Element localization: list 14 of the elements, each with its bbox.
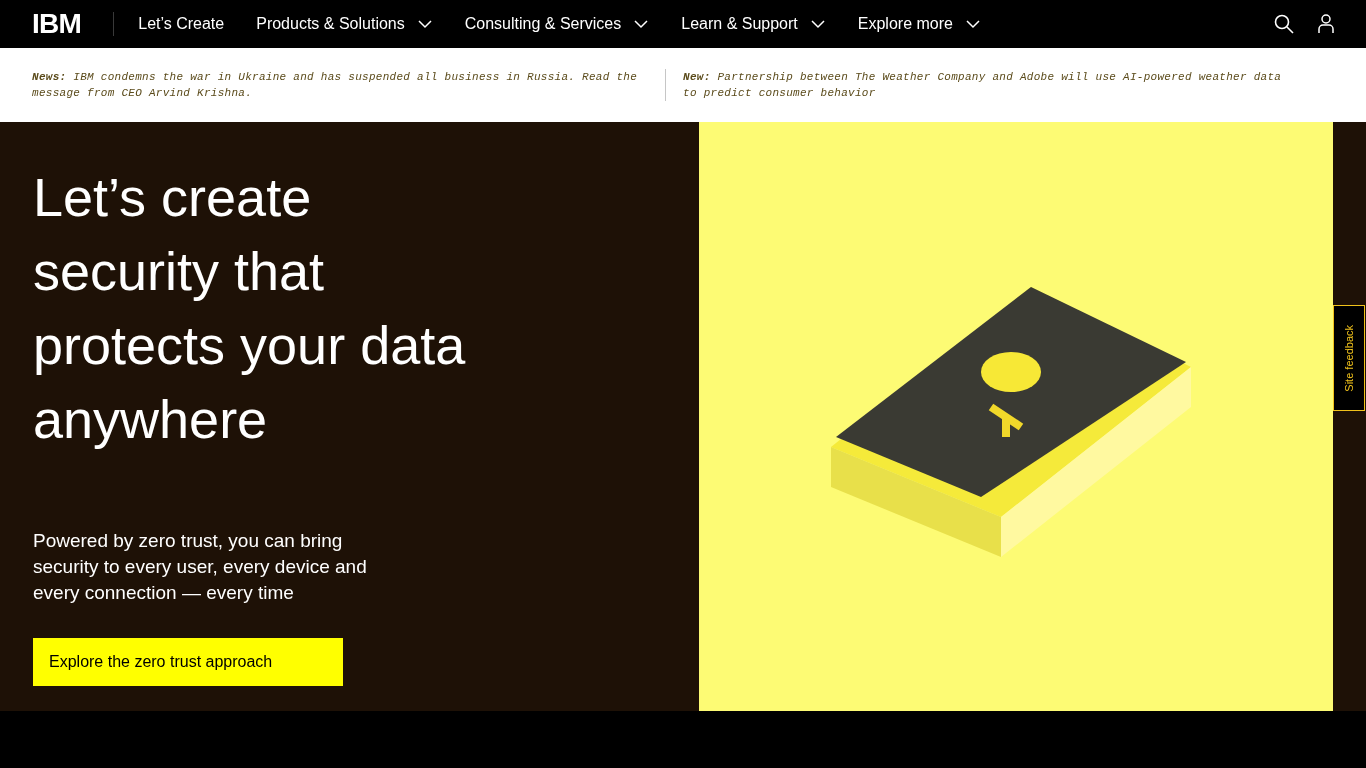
- nav-link[interactable]: Learn & Support: [665, 0, 842, 48]
- nav-link[interactable]: Explore more: [841, 0, 997, 48]
- nav-link[interactable]: Products & Solutions: [240, 0, 449, 48]
- cta-button[interactable]: Explore the zero trust approach: [33, 638, 343, 686]
- hero-title: Let’s create security that protects your data anywhere: [33, 166, 467, 451]
- user-icon[interactable]: [1318, 14, 1334, 34]
- hero-subtitle: Powered by zero trust, you can bring security to every user, every device and every connection — every time: [33, 529, 368, 605]
- site-feedback-tab[interactable]: Site feedback: [1333, 305, 1365, 411]
- news-link[interactable]: New: Partnership between The Weather Company and Adobe will use AI-powered weather data to predict consumer behavior: [665, 69, 1282, 101]
- nav-link[interactable]: Let’s Create: [122, 0, 241, 48]
- logo[interactable]: IBM: [32, 12, 115, 36]
- nav-link[interactable]: Consulting & Services: [448, 0, 666, 48]
- news-link[interactable]: News: IBM condemns the war in Ukraine and has suspended all business in Russia. Read the message from CEO Arvind Krishna.: [32, 69, 649, 101]
- search-icon[interactable]: [1274, 14, 1294, 34]
